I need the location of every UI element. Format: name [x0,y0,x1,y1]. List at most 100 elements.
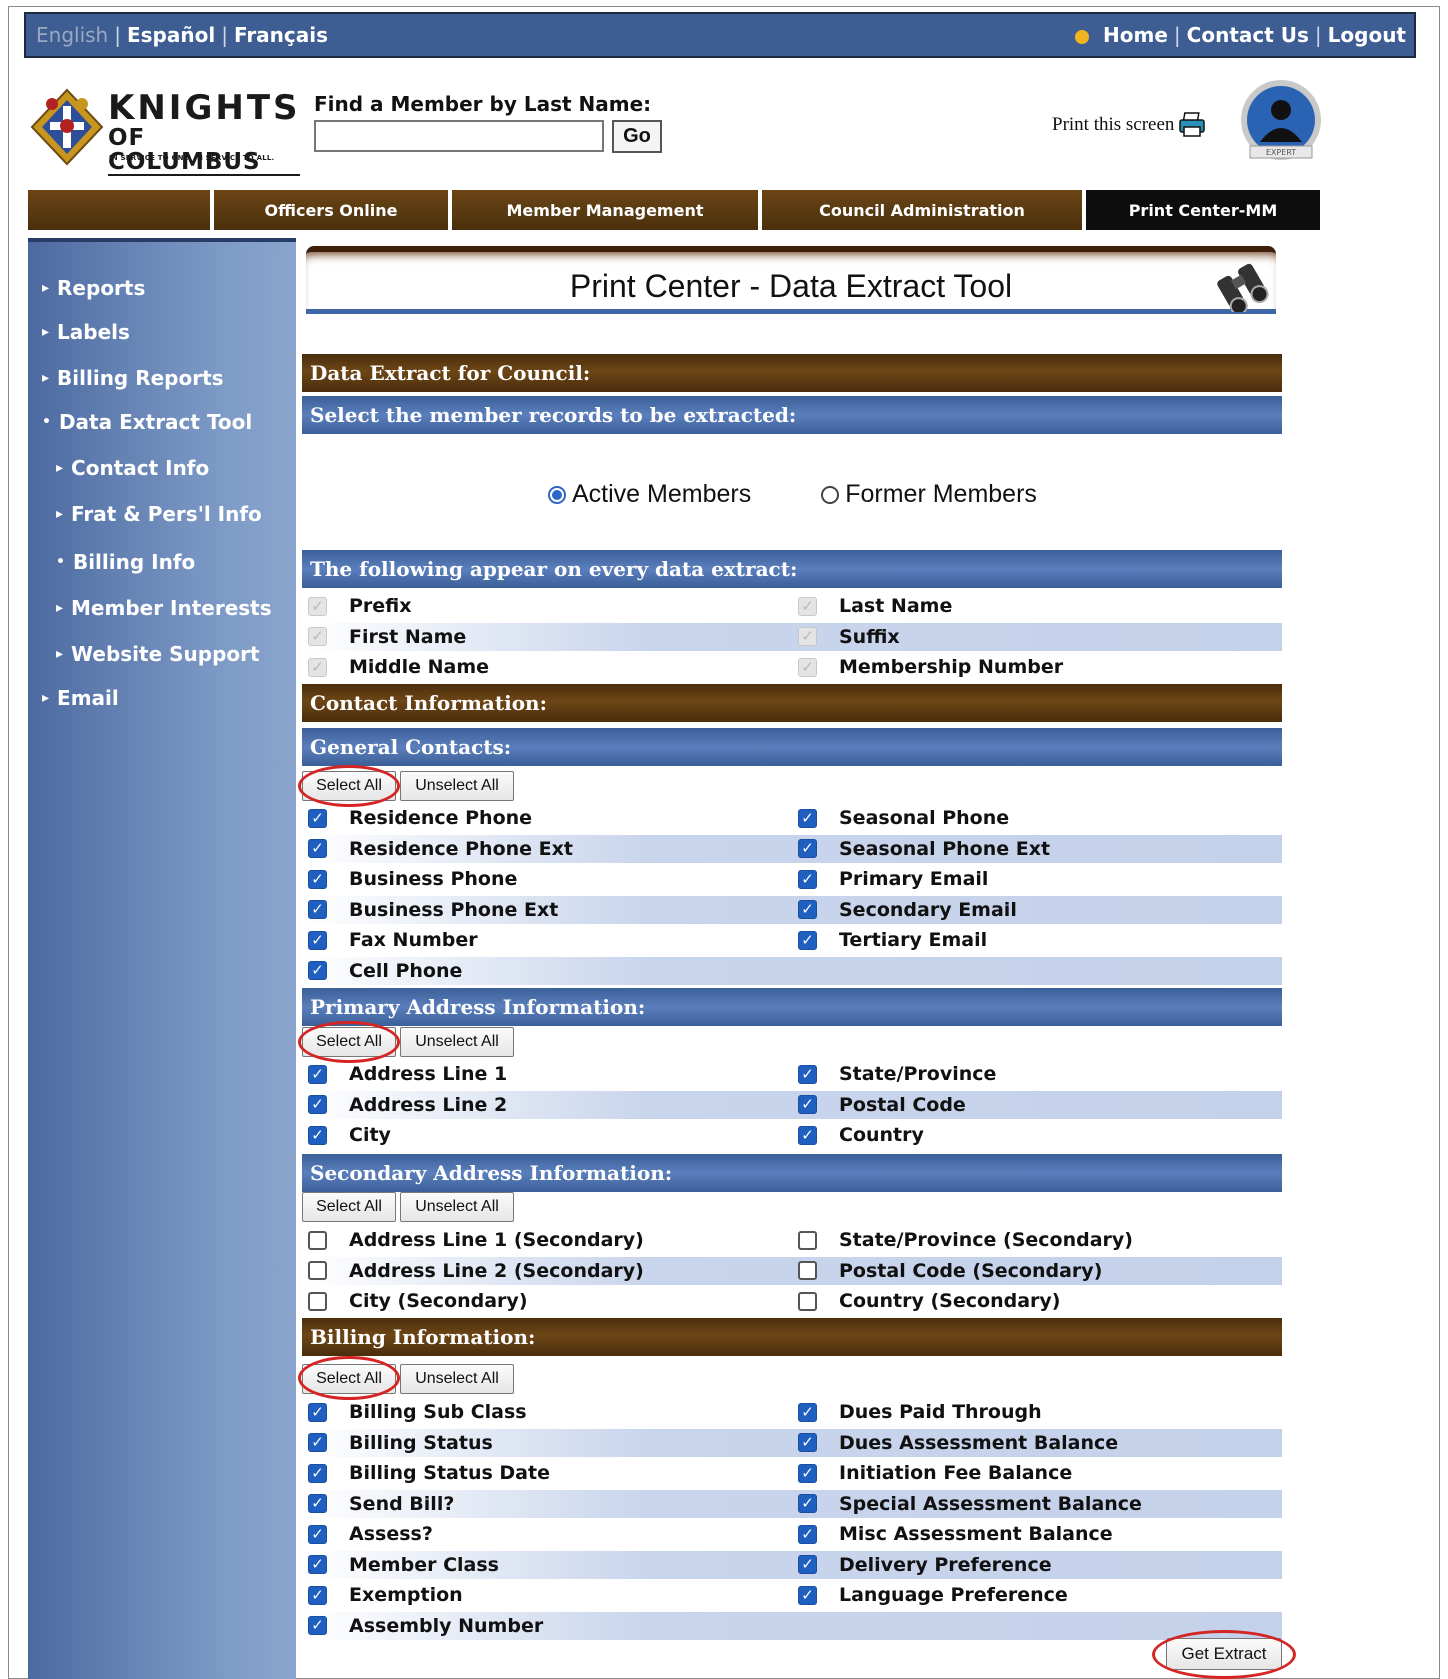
field-option[interactable]: ✓ Exemption [308,1581,463,1609]
tab-council-administration[interactable]: Council Administration [762,190,1082,230]
checkbox-checked-icon[interactable]: ✓ [308,1524,327,1544]
field-option[interactable]: ✓ Postal Code [798,1091,966,1119]
field-option[interactable]: ✓ Country [798,1121,924,1149]
field-option[interactable]: ✓ Business Phone Ext [308,896,558,924]
checkbox-checked-icon[interactable]: ✓ [798,1524,817,1544]
checkbox-checked-icon[interactable]: ✓ [798,1125,817,1145]
get-extract-button[interactable]: Get Extract [1166,1638,1282,1670]
field-option[interactable]: ✓ Residence Phone Ext [308,835,573,863]
checkbox-checked-icon[interactable]: ✓ [308,869,327,889]
former-members-radio[interactable]: Former Members [821,480,1037,509]
sidebar-item-contact-info[interactable]: ▸ Contact Info [56,456,209,480]
checkbox-checked-icon[interactable]: ✓ [798,1095,817,1114]
home-link[interactable]: Home [1103,23,1168,47]
active-members-radio[interactable]: Active Members [548,480,751,509]
checkbox-checked-icon[interactable]: ✓ [798,1463,817,1483]
checkbox-checked-icon[interactable]: ✓ [798,869,817,889]
field-option[interactable]: ✓ Send Bill? [308,1490,454,1518]
field-option[interactable]: ✓ Initiation Fee Balance [798,1459,1072,1487]
sidebar-item-reports[interactable]: ▸ Reports [42,276,145,300]
checkbox-checked-icon[interactable]: ✓ [798,1064,817,1084]
sidebar-item-billing-info[interactable]: • Billing Info [56,550,195,574]
field-option[interactable]: ✓ Billing Sub Class [308,1398,527,1426]
secondary-unselect-all-button[interactable]: Unselect All [400,1192,514,1222]
field-option[interactable]: ✓ Tertiary Email [798,926,987,954]
field-option[interactable]: ✓ Dues Paid Through [798,1398,1042,1426]
field-option[interactable]: ✓ Seasonal Phone [798,804,1009,832]
checkbox-checked-icon[interactable]: ✓ [308,1585,327,1605]
field-option[interactable]: ✓ Address Line 2 [308,1091,507,1119]
checkbox-checked-icon[interactable]: ✓ [798,1494,817,1513]
field-option[interactable]: ✓ Residence Phone [308,804,532,832]
checkbox-checked-icon[interactable]: ✓ [798,900,817,919]
tab-officers-online[interactable]: Officers Online [214,190,448,230]
tab-print-center[interactable]: Print Center-MM [1086,190,1320,230]
field-option[interactable]: ✓ Member Class [308,1551,499,1579]
checkbox-checked-icon[interactable]: ✓ [308,1095,327,1114]
billing-select-all-button[interactable]: Select All [302,1364,396,1394]
sidebar-item-email[interactable]: ▸ Email [42,686,119,710]
logout-link[interactable]: Logout [1328,23,1406,47]
checkbox-checked-icon[interactable]: ✓ [798,1433,817,1452]
checkbox-checked-icon[interactable]: ✓ [798,1555,817,1574]
print-screen-link[interactable]: Print this screen [1052,112,1206,138]
sidebar-item-labels[interactable]: ▸ Labels [42,320,130,344]
field-option[interactable]: Postal Code (Secondary) [798,1257,1102,1285]
checkbox-checked-icon[interactable]: ✓ [308,1402,327,1422]
primary-unselect-all-button[interactable]: Unselect All [400,1027,514,1057]
field-option[interactable]: ✓ Delivery Preference [798,1551,1052,1579]
checkbox-unchecked-icon[interactable] [308,1230,327,1250]
go-button[interactable]: Go [612,120,662,153]
checkbox-checked-icon[interactable]: ✓ [308,1064,327,1084]
field-option[interactable]: ✓ City [308,1121,391,1149]
field-option[interactable]: ✓ Billing Status Date [308,1459,550,1487]
field-option[interactable]: Country (Secondary) [798,1287,1060,1315]
logo[interactable]: KNIGHTS OF COLUMBUS IN SERVICE TO ONE. I… [30,88,300,176]
language-english[interactable]: English [36,23,108,47]
general-select-all-button[interactable]: Select All [302,771,396,801]
checkbox-unchecked-icon[interactable] [308,1261,327,1280]
field-option[interactable]: ✓ Special Assessment Balance [798,1490,1142,1518]
tab-member-management[interactable]: Member Management [452,190,758,230]
billing-unselect-all-button[interactable]: Unselect All [400,1364,514,1394]
field-option[interactable]: ✓ Assess? [308,1520,433,1548]
checkbox-unchecked-icon[interactable] [798,1230,817,1250]
field-option[interactable]: ✓ Dues Assessment Balance [798,1429,1118,1457]
field-option[interactable]: City (Secondary) [308,1287,528,1315]
checkbox-checked-icon[interactable]: ✓ [798,808,817,828]
checkbox-unchecked-icon[interactable] [308,1291,327,1311]
checkbox-checked-icon[interactable]: ✓ [798,839,817,858]
checkbox-checked-icon[interactable]: ✓ [308,1555,327,1574]
field-option[interactable]: ✓ Language Preference [798,1581,1068,1609]
field-option[interactable]: ✓ Billing Status [308,1429,493,1457]
field-option[interactable]: ✓ Misc Assessment Balance [798,1520,1113,1548]
field-option[interactable]: ✓ State/Province [798,1060,996,1088]
checkbox-checked-icon[interactable]: ✓ [308,961,327,980]
field-option[interactable]: State/Province (Secondary) [798,1226,1133,1254]
field-option[interactable]: Address Line 2 (Secondary) [308,1257,644,1285]
sidebar-item-data-extract-tool[interactable]: • Data Extract Tool [42,410,252,434]
field-option[interactable]: ✓ Address Line 1 [308,1060,507,1088]
sidebar-item-billing-reports[interactable]: ▸ Billing Reports [42,366,224,390]
field-option[interactable]: ✓ Business Phone [308,865,517,893]
field-option[interactable]: Address Line 1 (Secondary) [308,1226,644,1254]
sidebar-item-frat-persl-info[interactable]: ▸ Frat & Pers'l Info [56,502,262,526]
field-option[interactable]: ✓ Fax Number [308,926,478,954]
checkbox-checked-icon[interactable]: ✓ [308,1494,327,1513]
contact-us-link[interactable]: Contact Us [1187,23,1309,47]
field-option[interactable]: ✓ Seasonal Phone Ext [798,835,1050,863]
checkbox-checked-icon[interactable]: ✓ [308,1463,327,1483]
checkbox-checked-icon[interactable]: ✓ [308,930,327,950]
field-option[interactable]: ✓ Primary Email [798,865,988,893]
general-unselect-all-button[interactable]: Unselect All [400,771,514,801]
field-option[interactable]: ✓ Assembly Number [308,1612,543,1640]
field-option[interactable]: ✓ Secondary Email [798,896,1017,924]
primary-select-all-button[interactable]: Select All [302,1027,396,1057]
checkbox-checked-icon[interactable]: ✓ [798,1585,817,1605]
checkbox-checked-icon[interactable]: ✓ [798,930,817,950]
checkbox-checked-icon[interactable]: ✓ [798,1402,817,1422]
sidebar-item-member-interests[interactable]: ▸ Member Interests [56,596,272,620]
language-spanish[interactable]: Español [127,23,215,47]
checkbox-checked-icon[interactable]: ✓ [308,808,327,828]
checkbox-checked-icon[interactable]: ✓ [308,1433,327,1452]
